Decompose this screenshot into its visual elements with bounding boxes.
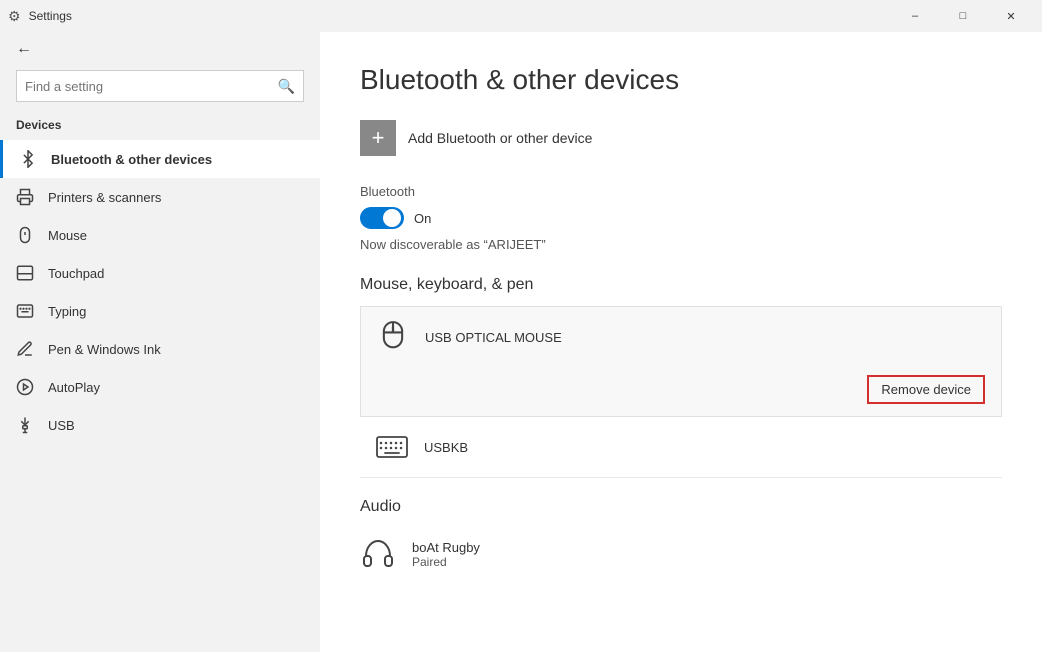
usb-mouse-card: USB OPTICAL MOUSE Remove device <box>360 306 1002 417</box>
mouse-icon <box>16 226 34 244</box>
search-input[interactable] <box>25 79 278 94</box>
toggle-knob <box>383 209 401 227</box>
sidebar-item-usb-label: USB <box>48 418 75 433</box>
sidebar-item-pen-label: Pen & Windows Ink <box>48 342 161 357</box>
usb-mouse-card-inner: USB OPTICAL MOUSE <box>361 307 1001 367</box>
autoplay-icon <box>16 378 34 396</box>
settings-icon: ⚙ <box>8 8 21 25</box>
remove-device-button[interactable]: Remove device <box>867 375 985 404</box>
add-device-button[interactable]: + Add Bluetooth or other device <box>360 120 1002 156</box>
title-bar: ⚙ Settings – □ ✕ <box>0 0 1042 32</box>
usb-icon <box>16 416 34 434</box>
main-layout: ← 🔍 Devices Bluetooth & other devices <box>0 32 1042 652</box>
device-actions: Remove device <box>361 367 1001 416</box>
sidebar-item-autoplay[interactable]: AutoPlay <box>0 368 320 406</box>
bluetooth-toggle[interactable] <box>360 207 404 229</box>
sidebar-item-bluetooth-label: Bluetooth & other devices <box>51 152 212 167</box>
audio-info: boAt Rugby Paired <box>412 540 480 569</box>
sidebar-item-pen[interactable]: Pen & Windows Ink <box>0 330 320 368</box>
minimize-button[interactable]: – <box>892 0 938 32</box>
keyboard-device-icon <box>376 429 408 465</box>
pen-icon <box>16 340 34 358</box>
touchpad-icon <box>16 264 34 282</box>
title-bar-left: ⚙ Settings <box>8 8 72 25</box>
search-icon[interactable]: 🔍 <box>278 78 295 95</box>
audio-device-status: Paired <box>412 555 480 569</box>
usbkb-name: USBKB <box>424 440 468 455</box>
sidebar: ← 🔍 Devices Bluetooth & other devices <box>0 32 320 652</box>
sidebar-item-autoplay-label: AutoPlay <box>48 380 100 395</box>
sidebar-item-touchpad[interactable]: Touchpad <box>0 254 320 292</box>
back-button[interactable]: ← <box>0 32 320 66</box>
bluetooth-toggle-row: On <box>360 207 1002 229</box>
content-area: Bluetooth & other devices + Add Bluetoot… <box>320 32 1042 652</box>
headphones-icon <box>360 536 396 572</box>
boat-rugby-device: boAt Rugby Paired <box>360 528 1002 580</box>
title-bar-title: Settings <box>29 9 72 23</box>
sidebar-section-label: Devices <box>0 114 320 140</box>
bluetooth-icon <box>19 150 37 168</box>
audio-section-title: Audio <box>360 498 1002 516</box>
usbkb-device: USBKB <box>360 417 1002 478</box>
mouse-keyboard-section-title: Mouse, keyboard, & pen <box>360 276 1002 294</box>
mouse-device-icon <box>377 319 409 355</box>
sidebar-item-printers[interactable]: Printers & scanners <box>0 178 320 216</box>
plus-icon: + <box>372 127 385 149</box>
typing-icon <box>16 302 34 320</box>
discoverable-text: Now discoverable as “ARIJEET” <box>360 237 1002 252</box>
sidebar-item-mouse[interactable]: Mouse <box>0 216 320 254</box>
sidebar-item-usb[interactable]: USB <box>0 406 320 444</box>
sidebar-item-mouse-label: Mouse <box>48 228 87 243</box>
bluetooth-section-label: Bluetooth <box>360 184 1002 199</box>
sidebar-item-typing-label: Typing <box>48 304 86 319</box>
sidebar-item-bluetooth[interactable]: Bluetooth & other devices <box>0 140 320 178</box>
audio-device-name: boAt Rugby <box>412 540 480 555</box>
title-bar-controls: – □ ✕ <box>892 0 1034 32</box>
page-title: Bluetooth & other devices <box>360 64 1002 96</box>
sidebar-item-printers-label: Printers & scanners <box>48 190 161 205</box>
back-arrow-icon: ← <box>16 40 32 58</box>
sidebar-item-touchpad-label: Touchpad <box>48 266 104 281</box>
maximize-button[interactable]: □ <box>940 0 986 32</box>
search-box: 🔍 <box>16 70 304 102</box>
printer-icon <box>16 188 34 206</box>
add-device-label: Add Bluetooth or other device <box>408 130 592 146</box>
bluetooth-toggle-label: On <box>414 211 431 226</box>
add-device-icon: + <box>360 120 396 156</box>
sidebar-item-typing[interactable]: Typing <box>0 292 320 330</box>
close-button[interactable]: ✕ <box>988 0 1034 32</box>
usb-mouse-name: USB OPTICAL MOUSE <box>425 330 562 345</box>
